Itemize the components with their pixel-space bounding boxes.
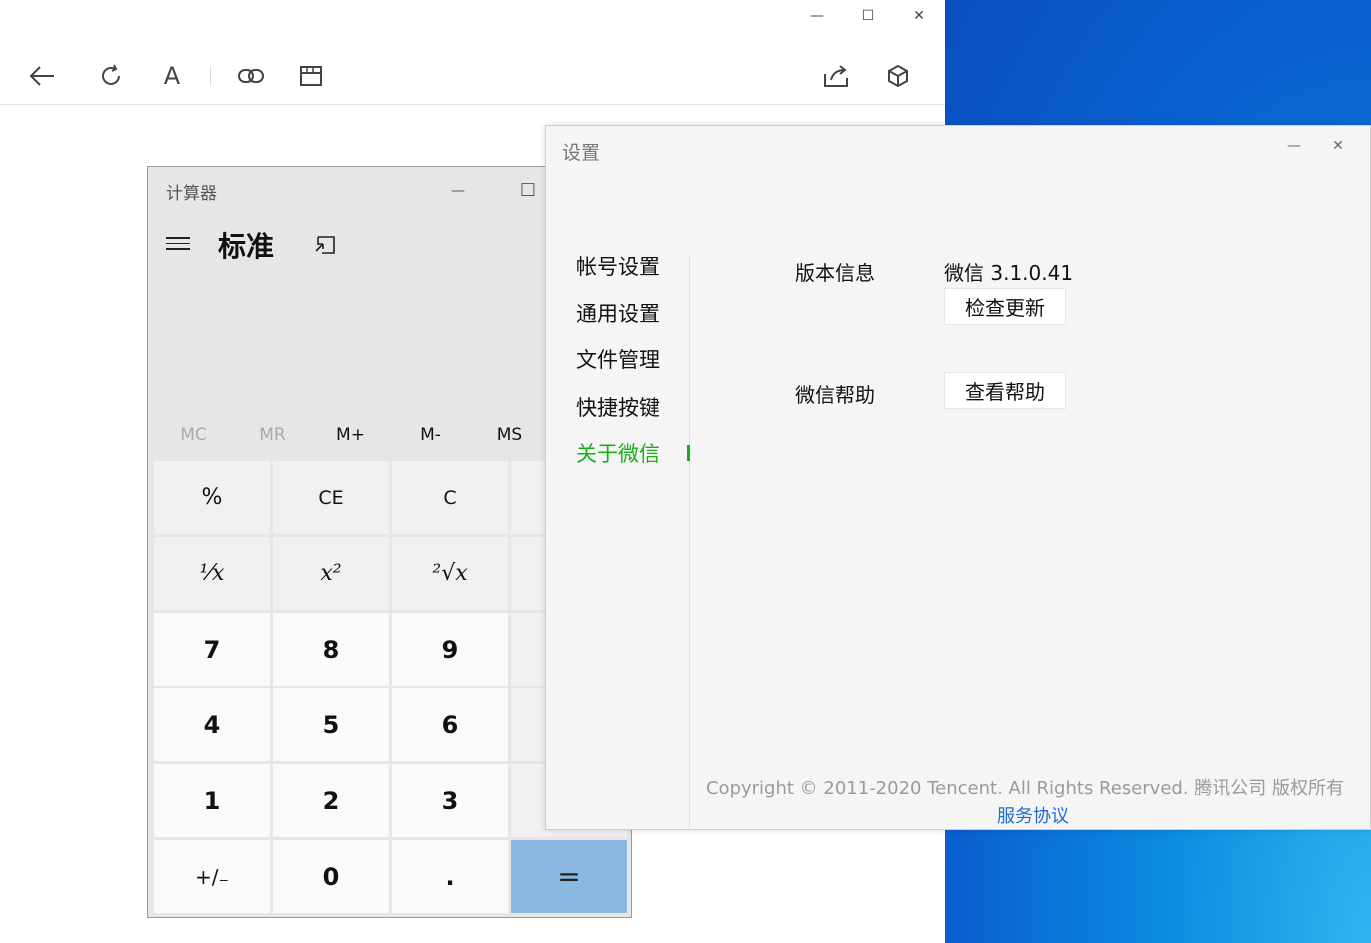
toolbar-separator xyxy=(210,66,211,86)
nav-divider xyxy=(689,256,690,831)
refresh-icon[interactable] xyxy=(93,58,129,94)
equals-key[interactable]: = xyxy=(511,840,627,913)
back-icon[interactable] xyxy=(24,58,60,94)
decimal-key[interactable]: . xyxy=(392,840,508,913)
digit-8-key[interactable]: 8 xyxy=(273,613,389,686)
clear-key[interactable]: C xyxy=(392,461,508,534)
calculator-mode-title: 标准 xyxy=(218,230,275,263)
negate-key[interactable]: +/₋ xyxy=(154,840,270,913)
maximize-button[interactable]: ☐ xyxy=(848,0,888,32)
calculator-maximize-button[interactable]: ☐ xyxy=(508,175,548,207)
memory-add-button[interactable]: M+ xyxy=(311,425,390,445)
nav-about-wechat[interactable]: 关于微信 xyxy=(576,438,660,468)
toolbar-divider xyxy=(0,104,945,105)
nav-account-settings[interactable]: 帐号设置 xyxy=(576,251,660,281)
percent-key[interactable]: % xyxy=(154,461,270,534)
nav-shortcuts[interactable]: 快捷按键 xyxy=(576,392,660,422)
calculator-title: 计算器 xyxy=(166,184,217,204)
clear-entry-key[interactable]: CE xyxy=(273,461,389,534)
nav-general-settings[interactable]: 通用设置 xyxy=(576,298,660,328)
reader-view-icon[interactable] xyxy=(293,58,329,94)
settings-close-button[interactable]: ✕ xyxy=(1318,130,1358,162)
digit-7-key[interactable]: 7 xyxy=(154,613,270,686)
link-icon[interactable] xyxy=(233,58,269,94)
minimize-button[interactable]: — xyxy=(797,0,837,32)
settings-minimize-button[interactable]: — xyxy=(1274,130,1314,162)
square-root-key[interactable]: ²√x xyxy=(392,537,508,610)
settings-title: 设置 xyxy=(562,142,601,164)
digit-9-key[interactable]: 9 xyxy=(392,613,508,686)
digit-1-key[interactable]: 1 xyxy=(154,764,270,837)
memory-clear-button: MC xyxy=(180,425,207,445)
memory-recall-button: MR xyxy=(259,425,286,445)
digit-0-key[interactable]: 0 xyxy=(273,840,389,913)
active-nav-indicator xyxy=(687,445,690,461)
digit-6-key[interactable]: 6 xyxy=(392,688,508,761)
memory-subtract-button[interactable]: M- xyxy=(391,425,470,445)
digit-2-key[interactable]: 2 xyxy=(273,764,389,837)
keep-on-top-icon[interactable] xyxy=(314,235,336,259)
version-value: 微信 3.1.0.41 xyxy=(944,261,1074,285)
view-help-button[interactable]: 查看帮助 xyxy=(944,372,1066,409)
hamburger-menu-icon[interactable] xyxy=(166,237,190,254)
calculator-minimize-button[interactable]: — xyxy=(438,175,478,207)
cube-icon[interactable] xyxy=(880,58,916,94)
service-agreement-link[interactable]: 服务协议 xyxy=(997,802,1069,828)
copyright-text: Copyright © 2011-2020 Tencent. All Right… xyxy=(705,778,1344,799)
reciprocal-key[interactable]: ¹⁄x xyxy=(154,537,270,610)
version-label: 版本信息 xyxy=(795,261,875,285)
share-icon[interactable] xyxy=(818,58,854,94)
font-icon[interactable]: A xyxy=(154,58,190,94)
check-update-button[interactable]: 检查更新 xyxy=(944,288,1066,325)
help-label: 微信帮助 xyxy=(795,383,875,407)
digit-3-key[interactable]: 3 xyxy=(392,764,508,837)
square-key[interactable]: x² xyxy=(273,537,389,610)
settings-window: 设置 — ✕ 帐号设置 通用设置 文件管理 快捷按键 关于微信 版本信息 微信 … xyxy=(545,125,1371,831)
close-button[interactable]: ✕ xyxy=(899,0,939,32)
digit-4-key[interactable]: 4 xyxy=(154,688,270,761)
memory-store-button[interactable]: MS xyxy=(470,425,549,445)
nav-file-management[interactable]: 文件管理 xyxy=(576,344,660,374)
digit-5-key[interactable]: 5 xyxy=(273,688,389,761)
